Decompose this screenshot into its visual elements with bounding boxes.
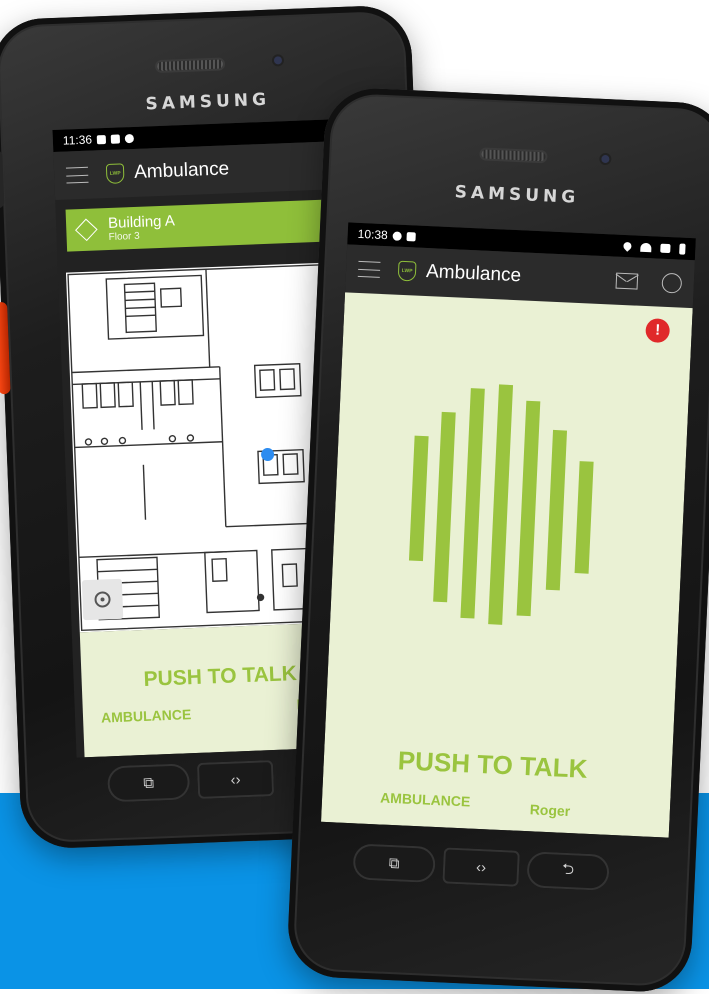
back-key[interactable]: ⮌ (526, 851, 610, 891)
shield-logo-icon: LWP (105, 163, 125, 185)
back-icon: ⮌ (561, 860, 575, 878)
audio-bar-1 (408, 435, 429, 562)
app-title: Ambulance (425, 261, 522, 287)
shield-logo-icon: LWP (397, 260, 417, 282)
battery-status-icon (679, 242, 686, 255)
status-ring-icon[interactable] (661, 272, 683, 294)
status-time: 11:36 (62, 132, 93, 148)
layers-icon (75, 218, 98, 242)
calendar-status-icon (110, 133, 121, 144)
wifi-status-icon (640, 242, 652, 252)
calendar-status-icon (406, 231, 416, 241)
alert-icon[interactable]: ! (645, 318, 671, 344)
recent-apps-icon: ⧉ (388, 854, 400, 872)
ptt-status: Roger (529, 801, 571, 820)
earpiece-speaker (481, 149, 546, 162)
recent-apps-key[interactable]: ⧉ (106, 763, 191, 803)
hardware-keys: ⧉ ‹› ⮌ (352, 843, 610, 891)
home-icon: ‹› (230, 770, 241, 789)
earpiece-speaker (156, 59, 224, 71)
brand-logo: SAMSUNG (145, 89, 271, 115)
shield-status-icon (392, 230, 402, 241)
recent-apps-icon: ⧉ (142, 774, 155, 792)
recent-apps-key[interactable]: ⧉ (352, 843, 436, 884)
audio-bar-2 (433, 411, 456, 603)
hardware-keys: ⧉ ‹› (106, 760, 275, 803)
shield-status-icon (124, 133, 135, 143)
mail-icon[interactable] (615, 272, 639, 290)
audio-bar-4 (488, 384, 514, 625)
status-time: 10:38 (357, 226, 389, 243)
signal-status-icon (660, 243, 671, 253)
brand-logo: SAMSUNG (454, 182, 580, 208)
app-title: Ambulance (133, 158, 230, 183)
push-to-talk-button[interactable]: ! PUSH TO TALK AMBULANCE Roger (321, 292, 693, 838)
locate-icon (94, 591, 111, 608)
location-status-icon (621, 240, 634, 252)
ptt-label: PUSH TO TALK (143, 662, 298, 691)
floor-name: Floor 3 (108, 230, 140, 243)
front-camera (601, 154, 610, 164)
locate-button[interactable] (81, 578, 124, 621)
audio-bar-6 (545, 429, 568, 591)
ptt-label: PUSH TO TALK (397, 745, 589, 784)
gallery-status-icon (96, 134, 107, 144)
home-key[interactable]: ‹› (196, 760, 275, 799)
logo-text: LWP (109, 170, 121, 177)
audio-bar-3 (460, 388, 485, 619)
ptt-channel: AMBULANCE (100, 706, 192, 726)
home-icon: ‹› (475, 858, 487, 876)
audio-bar-5 (516, 400, 541, 617)
home-key[interactable]: ‹› (442, 847, 520, 887)
logo-text: LWP (401, 267, 413, 275)
menu-icon[interactable] (65, 166, 89, 184)
front-camera (273, 56, 283, 65)
phone-front: SAMSUNG 10:38 LWP Ambulance ! PUSH TO TA… (286, 86, 709, 994)
menu-icon[interactable] (357, 260, 381, 278)
ptt-channel: AMBULANCE (379, 789, 471, 810)
volume-button[interactable] (0, 150, 5, 209)
ptt-side-button[interactable] (0, 301, 11, 395)
front-screen: 10:38 LWP Ambulance ! PUSH TO TALK AMBUL… (321, 222, 696, 838)
audio-bar-7 (574, 461, 594, 574)
